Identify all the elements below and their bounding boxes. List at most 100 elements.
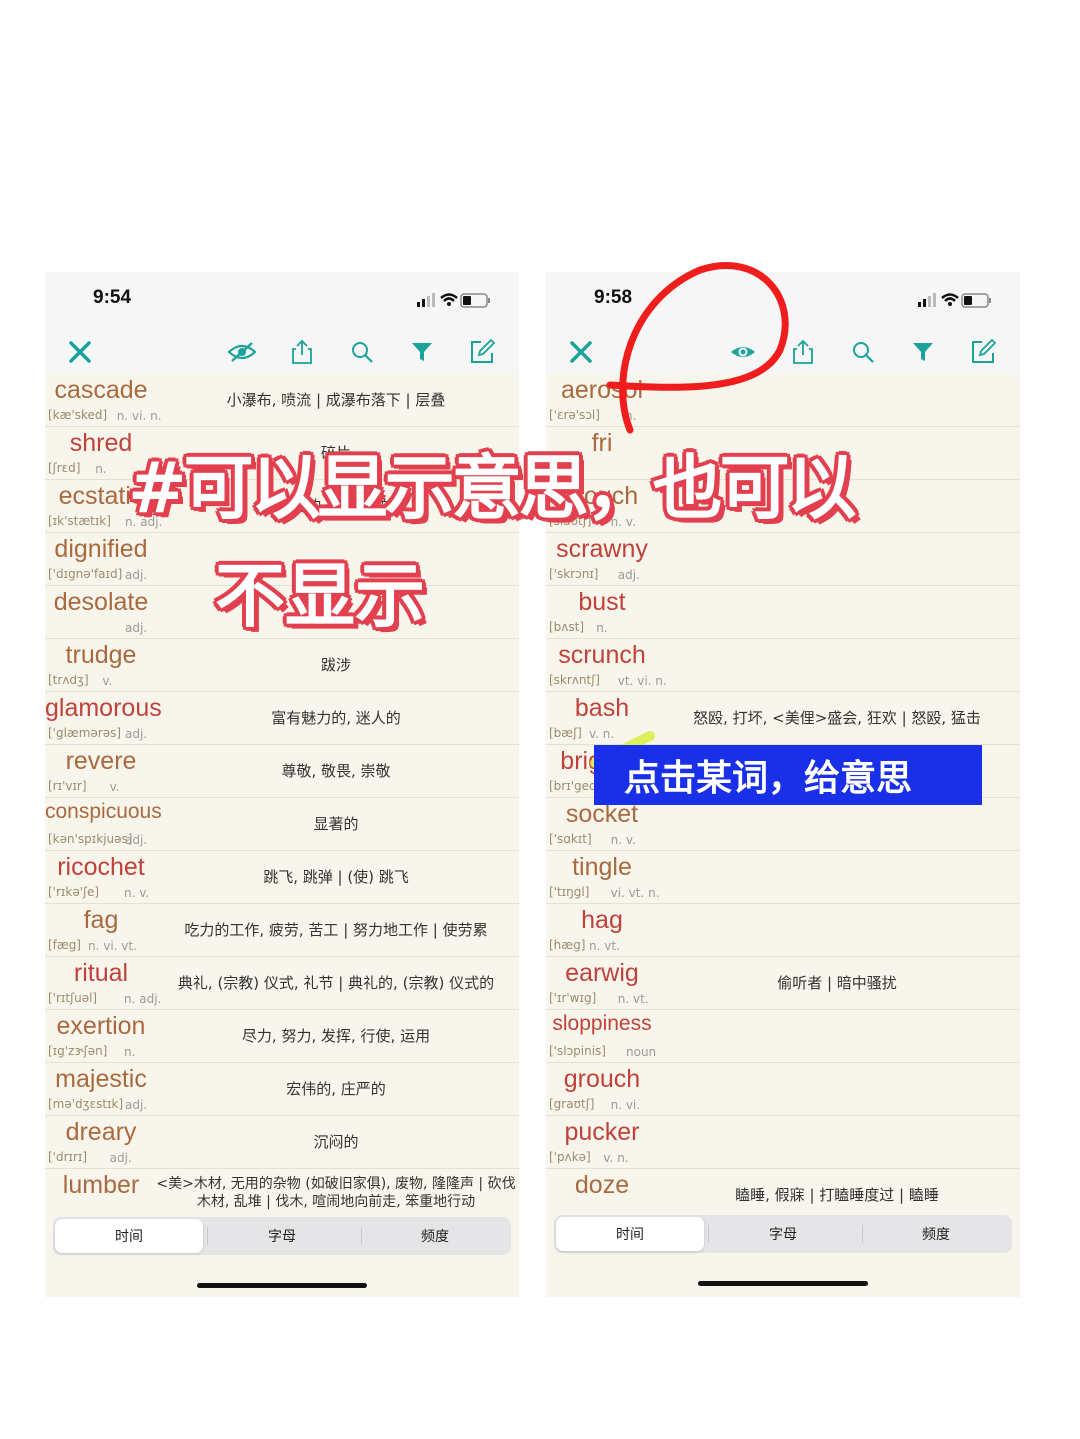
phonetic-text: [bʌst] — [549, 620, 585, 634]
phonetic-text: ['rɪkə'ʃe] — [48, 885, 100, 899]
part-of-speech: n. vt. — [589, 939, 620, 953]
word-text: grouch — [563, 1065, 641, 1093]
toolbar — [45, 332, 519, 374]
part-of-speech: noun — [626, 1045, 657, 1059]
status-icons — [417, 293, 490, 308]
word-row[interactable]: fag [fæg] n. vi. vt. 吃力的工作, 疲劳, 苦工 | 努力地工作 … — [45, 904, 519, 957]
word-text: dignified — [54, 535, 148, 563]
word-row[interactable]: hag [hæg] n. vt. — [546, 904, 1020, 957]
word-text: ritual — [73, 959, 129, 987]
status-time: 9:54 — [93, 287, 132, 308]
meaning-text — [656, 798, 1018, 850]
part-of-speech: adj. — [125, 833, 148, 847]
word-text: cascade — [54, 376, 148, 404]
word-text: exertion — [56, 1012, 146, 1040]
hint-banner: 点击某词，给意思 — [594, 745, 982, 805]
meaning-text: 宏伟的, 庄严的 — [286, 1080, 386, 1098]
meaning-text — [656, 533, 1018, 585]
meaning-text: 跋涉 — [320, 656, 351, 674]
word-row[interactable]: scrawny ['skrɔnɪ] adj. — [546, 533, 1020, 586]
tab-frequency[interactable]: 频度 — [361, 1219, 509, 1253]
phone-screen-left: 9:54 cascade [kæ'sked] n. vi. n. 小瀑布, 喷流… — [45, 272, 519, 1297]
tab-alphabet[interactable]: 字母 — [208, 1219, 356, 1253]
part-of-speech: n. vi. — [610, 1098, 641, 1112]
word-row[interactable]: cascade [kæ'sked] n. vi. n. 小瀑布, 喷流 | 成瀑布落下… — [45, 374, 519, 427]
edit-icon[interactable] — [966, 335, 1000, 369]
word-row[interactable]: lumber <美>木材, 无用的杂物 (如破旧家俱), 废物, 隆隆声 | 砍伐… — [45, 1169, 519, 1212]
word-row[interactable]: grouch [graʊtʃ] n. vi. — [546, 1063, 1020, 1116]
word-text: lumber — [62, 1171, 140, 1199]
word-text: tingle — [572, 853, 632, 881]
meaning-text — [656, 904, 1018, 956]
tab-alphabet[interactable]: 字母 — [709, 1217, 857, 1251]
part-of-speech: n. — [124, 1045, 136, 1059]
word-row[interactable]: glamorous ['glæmərəs] adj. 富有魅力的, 迷人的 — [45, 692, 519, 745]
filter-icon[interactable] — [405, 335, 439, 369]
meaning-text: 尊敬, 敬畏, 崇敬 — [281, 762, 391, 780]
word-text: earwig — [565, 959, 639, 987]
filter-icon[interactable] — [906, 335, 940, 369]
word-text: majestic — [55, 1065, 147, 1093]
phonetic-text: [kən'spɪkjuəs] — [48, 832, 133, 846]
phonetic-text: ['glæmərəs] — [48, 726, 122, 740]
red-loop-annotation — [606, 262, 789, 434]
phonetic-text: ['drɪrɪ] — [48, 1150, 88, 1164]
meaning-text — [656, 1116, 1018, 1168]
phonetic-text: ['skrɔnɪ] — [549, 567, 599, 581]
meaning-text — [656, 1063, 1018, 1115]
edit-icon[interactable] — [465, 335, 499, 369]
meaning-text: 怒殴, 打坏, <美俚>盛会, 狂欢 | 怒殴, 猛击 — [693, 709, 981, 727]
word-row[interactable]: doze 瞌睡, 假寐 | 打瞌睡度过 | 瞌睡 — [546, 1169, 1020, 1212]
part-of-speech: n. vi. vt. — [88, 939, 137, 953]
word-row[interactable]: pucker ['pʌkə] v. n. — [546, 1116, 1020, 1169]
phonetic-text: [ɪk'stætɪk] — [48, 514, 111, 528]
word-row[interactable]: earwig ['ɪr'wɪg] n. vt. 偷听者 | 暗中骚扰 — [546, 957, 1020, 1010]
tab-time[interactable]: 时间 — [556, 1217, 704, 1251]
search-icon[interactable] — [846, 335, 880, 369]
word-row[interactable]: ricochet ['rɪkə'ʃe] n. v. 跳飞, 跳弹 | (使) 跳飞 — [45, 851, 519, 904]
part-of-speech: adj. — [125, 568, 148, 582]
search-icon[interactable] — [345, 335, 379, 369]
word-text: dreary — [65, 1118, 137, 1146]
home-indicator[interactable] — [197, 1283, 367, 1288]
word-row[interactable]: dreary ['drɪrɪ] adj. 沉闷的 — [45, 1116, 519, 1169]
word-row[interactable]: ritual ['rɪtʃuəl] n. adj. 典礼, (宗教) 仪式, 礼节 |… — [45, 957, 519, 1010]
word-row[interactable]: trudge [trʌdʒ] v. 跋涉 — [45, 639, 519, 692]
meaning-text: 跳飞, 跳弹 | (使) 跳飞 — [263, 868, 409, 886]
part-of-speech: v. — [109, 780, 120, 794]
meaning-text — [656, 639, 1018, 691]
meaning-text: 显著的 — [313, 815, 359, 833]
part-of-speech: v. — [102, 674, 113, 688]
word-row[interactable]: socket ['sɑkɪt] n. v. — [546, 798, 1020, 851]
home-indicator[interactable] — [698, 1281, 868, 1286]
phonetic-text: ['dɪgnə'faɪd] — [48, 567, 123, 581]
word-row[interactable]: exertion [ɪg'zɝʃən] n. 尽力, 努力, 发挥, 行使, 运用 — [45, 1010, 519, 1063]
part-of-speech: adj. — [617, 568, 640, 582]
word-row[interactable]: bust [bʌst] n. — [546, 586, 1020, 639]
phonetic-text: [fæg] — [48, 938, 81, 952]
close-icon[interactable] — [63, 335, 97, 369]
phonetic-text: [graʊtʃ] — [549, 1097, 595, 1111]
phonetic-text: [kæ'sked] — [48, 408, 108, 422]
word-text: fag — [83, 906, 119, 934]
share-icon[interactable] — [285, 335, 319, 369]
word-row[interactable]: scrunch [skrʌntʃ] vt. vi. n. — [546, 639, 1020, 692]
word-row[interactable]: tingle ['tɪŋgl] vi. vt. n. — [546, 851, 1020, 904]
word-row[interactable]: majestic [mə'dʒɛstɪk] adj. 宏伟的, 庄严的 — [45, 1063, 519, 1116]
word-text: desolate — [53, 588, 149, 616]
word-text: revere — [65, 747, 137, 775]
part-of-speech: adj. — [125, 1098, 148, 1112]
word-row[interactable]: revere [rɪ'vɪr] v. 尊敬, 敬畏, 崇敬 — [45, 745, 519, 798]
phonetic-text: [trʌdʒ] — [48, 673, 89, 687]
word-row[interactable]: conspicuous [kən'spɪkjuəs] adj. 显著的 — [45, 798, 519, 851]
word-row[interactable]: sloppiness ['slɔpinis] noun — [546, 1010, 1020, 1063]
tab-frequency[interactable]: 频度 — [862, 1217, 1010, 1251]
status-bar: 9:54 — [45, 272, 519, 332]
sort-segmented-control: 时间 字母 频度 — [53, 1217, 511, 1255]
meaning-text: 瞌睡, 假寐 | 打瞌睡度过 | 瞌睡 — [735, 1186, 939, 1204]
meaning-text — [656, 1010, 1018, 1062]
phonetic-text: [skrʌntʃ] — [549, 673, 600, 687]
tab-time[interactable]: 时间 — [55, 1219, 203, 1253]
word-text: doze — [574, 1171, 630, 1199]
eye-hidden-icon[interactable] — [225, 335, 259, 369]
